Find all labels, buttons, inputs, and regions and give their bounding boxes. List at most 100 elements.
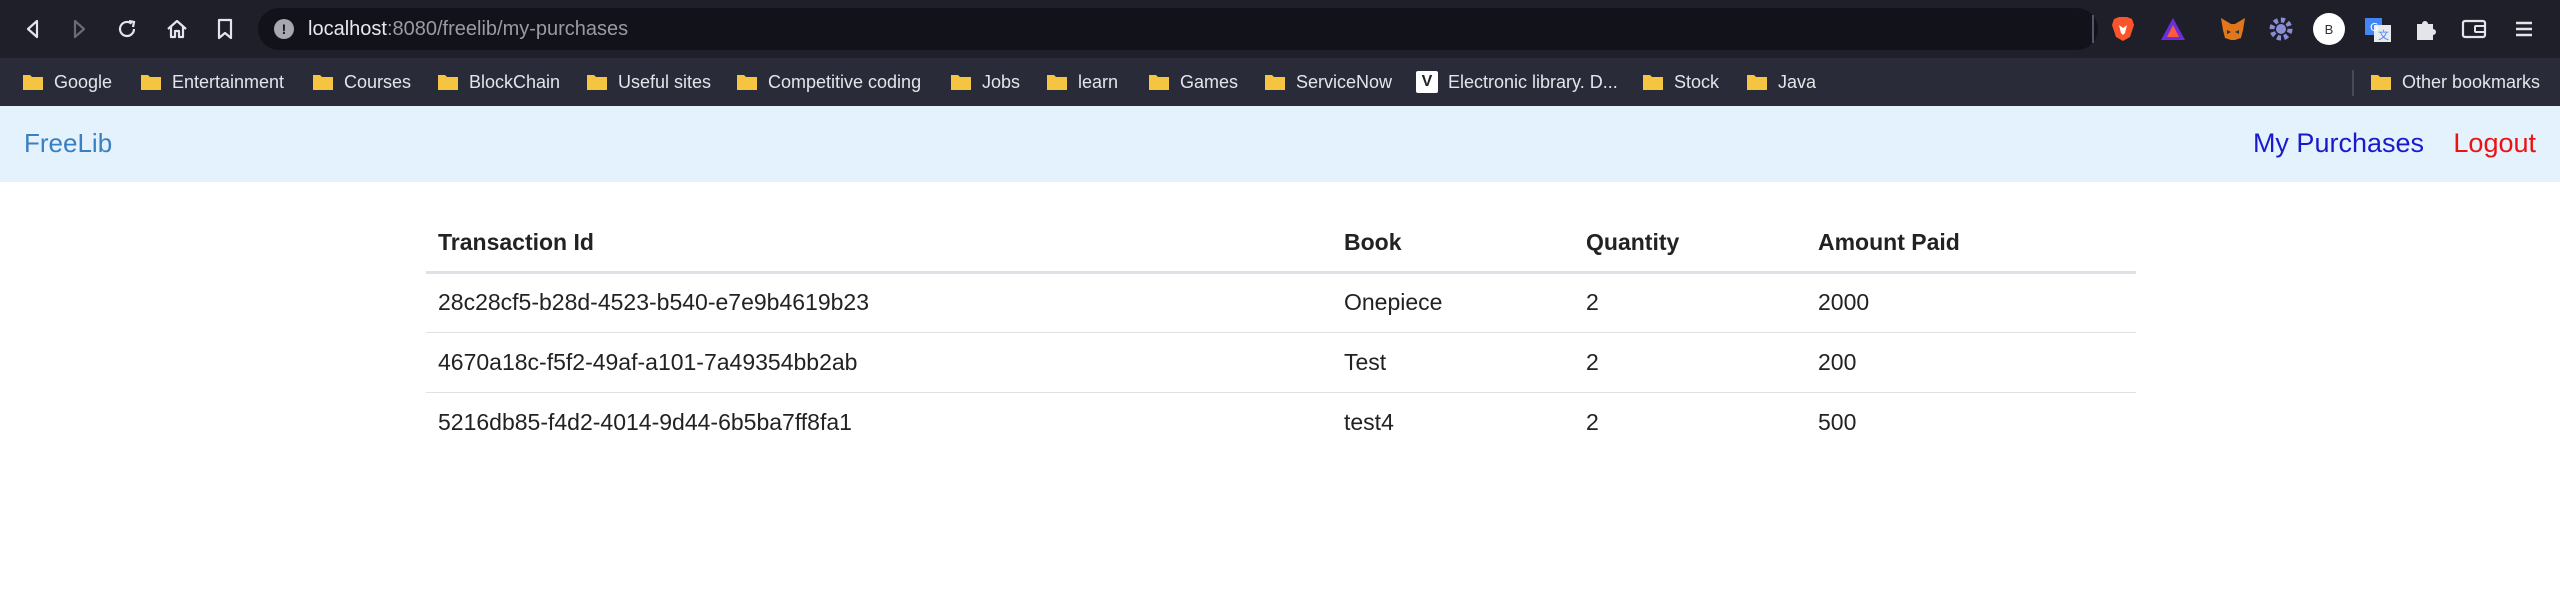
v-logo-icon: V xyxy=(1416,71,1438,93)
bookmark-label: Entertainment xyxy=(172,71,285,92)
wallet-button[interactable] xyxy=(2458,13,2490,45)
reload-icon xyxy=(118,19,136,38)
forward-icon xyxy=(73,19,86,39)
forward-button[interactable] xyxy=(62,12,96,46)
bookmark-learn[interactable]: learn xyxy=(1046,66,1118,98)
folder-icon xyxy=(951,75,971,90)
home-button[interactable] xyxy=(160,12,194,46)
toolbar-divider xyxy=(2092,15,2094,43)
bookmark-label: BlockChain xyxy=(469,71,561,92)
profile-extension[interactable]: B xyxy=(2313,13,2345,45)
table-row: 5216db85-f4d2-4014-9d44-6b5ba7ff8fa1 tes… xyxy=(426,392,2136,452)
wallet-icon xyxy=(2461,19,2487,39)
folder-icon xyxy=(141,75,161,90)
folder-icon xyxy=(438,75,458,90)
other-bookmarks[interactable]: Other bookmarks xyxy=(2370,66,2540,98)
bookmark-label: Electronic library. D... xyxy=(1448,71,1618,92)
folder-icon xyxy=(2371,75,2391,90)
bookmark-electronic-library[interactable]: V Electronic library. D... xyxy=(1416,66,1618,98)
cell-quantity: 2 xyxy=(1574,272,1806,333)
bookmarks-divider xyxy=(2352,70,2354,96)
header-quantity: Quantity xyxy=(1574,214,1806,274)
cell-amount-paid: 200 xyxy=(1806,332,2136,393)
other-bookmarks-label: Other bookmarks xyxy=(2402,71,2541,92)
bookmark-jobs[interactable]: Jobs xyxy=(950,66,1020,98)
hamburger-menu-icon xyxy=(2516,21,2532,37)
puzzle-icon xyxy=(2417,21,2436,40)
bookmark-label: Jobs xyxy=(982,71,1021,92)
bookmark-useful-sites[interactable]: Useful sites xyxy=(586,66,711,98)
cell-book: test4 xyxy=(1344,408,1394,435)
bookmark-label: ServiceNow xyxy=(1296,71,1393,92)
cell-quantity: 2 xyxy=(1574,332,1806,393)
brand-link[interactable]: FreeLib xyxy=(24,128,112,159)
metamask-extension[interactable] xyxy=(2217,13,2249,45)
bookmark-label: Java xyxy=(1778,71,1817,92)
rewards-triangle-icon xyxy=(2161,18,2185,40)
svg-text:文: 文 xyxy=(2378,28,2389,42)
header-transaction-id: Transaction Id xyxy=(426,214,1332,274)
url-text[interactable]: localhost:8080/freelib/my-purchases xyxy=(308,18,628,41)
translate-extension[interactable]: G文 xyxy=(2362,13,2394,45)
table-row: 28c28cf5-b28d-4523-b540-e7e9b4619b23 One… xyxy=(426,272,2136,333)
folder-icon xyxy=(1643,75,1663,90)
bookmark-label: Useful sites xyxy=(618,71,712,92)
cell-book: Test xyxy=(1332,332,1574,393)
folder-icon xyxy=(1149,75,1169,90)
url-path: :8080/freelib/my-purchases xyxy=(386,18,629,40)
table-row: 4670a18c-f5f2-49af-a101-7a49354bb2ab Tes… xyxy=(426,332,2136,393)
bookmark-games[interactable]: Games xyxy=(1148,66,1238,98)
extensions-button[interactable] xyxy=(2410,13,2442,45)
settings-extension[interactable] xyxy=(2265,13,2297,45)
cell-amount-paid: 500 xyxy=(1818,408,1857,435)
bookmark-google[interactable]: Google xyxy=(22,66,112,98)
bookmark-courses[interactable]: Courses xyxy=(312,66,411,98)
cell-transaction-id: 4670a18c-f5f2-49af-a101-7a49354bb2ab xyxy=(426,332,1332,393)
cell-transaction-id: 28c28cf5-b28d-4523-b540-e7e9b4619b23 xyxy=(426,272,1332,333)
bookmark-label: Google xyxy=(54,71,113,92)
folder-icon xyxy=(1747,75,1767,90)
gear-icon xyxy=(2269,17,2293,41)
purchases-table: Transaction Id Book Quantity Amount Paid… xyxy=(426,214,2136,452)
site-navbar: FreeLib My Purchases Logout xyxy=(0,106,2560,182)
bookmark-entertainment[interactable]: Entertainment xyxy=(140,66,284,98)
bookmark-label: Competitive coding xyxy=(768,71,922,92)
brave-lion-icon xyxy=(2112,17,2134,41)
folder-icon xyxy=(23,75,43,90)
home-icon xyxy=(167,19,187,39)
cell-amount-paid: 2000 xyxy=(1806,272,2136,333)
header-amount-paid: Amount Paid xyxy=(1806,214,2136,274)
folder-icon xyxy=(587,75,607,90)
bookmarks-bar: Google Entertainment Courses BlockChain … xyxy=(0,58,2560,106)
bookmark-label: learn xyxy=(1078,71,1119,92)
brave-shields-button[interactable] xyxy=(2107,13,2139,45)
bookmark-java[interactable]: Java xyxy=(1746,66,1816,98)
fox-icon xyxy=(2221,18,2245,40)
cell-quantity: 2 xyxy=(1586,408,1599,435)
header-book: Book xyxy=(1332,214,1574,274)
my-purchases-link[interactable]: My Purchases xyxy=(2253,128,2424,159)
address-bar[interactable]: ! localhost:8080/freelib/my-purchases xyxy=(258,8,2098,50)
bookmark-label: Games xyxy=(1180,71,1239,92)
brave-rewards-button[interactable] xyxy=(2157,13,2189,45)
bookmark-blockchain[interactable]: BlockChain xyxy=(437,66,560,98)
table-header-row: Transaction Id Book Quantity Amount Paid xyxy=(426,214,2136,274)
reload-button[interactable] xyxy=(110,12,144,46)
back-button[interactable] xyxy=(16,12,50,46)
url-host: localhost xyxy=(308,18,387,40)
bookmark-stock[interactable]: Stock xyxy=(1642,66,1719,98)
folder-icon xyxy=(1047,75,1067,90)
purchases-table-container: Transaction Id Book Quantity Amount Paid… xyxy=(426,214,2136,452)
bookmark-icon xyxy=(217,18,233,40)
cell-transaction-id: 5216db85-f4d2-4014-9d44-6b5ba7ff8fa1 xyxy=(438,408,852,435)
bookmark-competitive-coding[interactable]: Competitive coding xyxy=(736,66,921,98)
folder-icon xyxy=(313,75,333,90)
translate-icon: G文 xyxy=(2365,18,2391,42)
logout-link[interactable]: Logout xyxy=(2453,128,2536,159)
menu-button[interactable] xyxy=(2508,13,2540,45)
bookmark-servicenow[interactable]: ServiceNow xyxy=(1264,66,1392,98)
folder-icon xyxy=(737,75,757,90)
site-info-icon[interactable]: ! xyxy=(274,19,294,39)
bookmark-page-button[interactable] xyxy=(208,12,242,46)
cell-book: Onepiece xyxy=(1332,272,1574,333)
